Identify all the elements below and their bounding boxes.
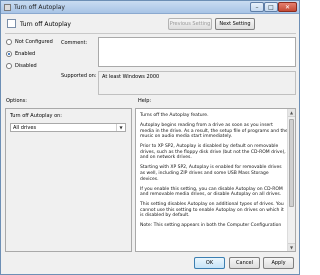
autoplay-scope-label: Turn off Autoplay on: [10,113,62,119]
radio-label: Disabled [15,63,37,69]
options-section-label: Options: [6,98,27,104]
radio-label: Enabled [15,51,36,57]
help-paragraph: Starting with XP SP2, Autoplay is enable… [140,165,282,182]
help-paragraph: Prior to XP SP2, Autoplay is disabled by… [140,144,286,161]
radio-not-configured[interactable]: Not Configured [6,39,53,45]
help-paragraph: Turns off the Autoplay feature. [140,113,209,118]
minimize-icon: – [255,3,259,11]
help-text: Turns off the Autoplay feature. Autoplay… [140,113,288,233]
radio-circle [6,63,12,69]
policy-setting-icon [4,4,11,11]
cancel-button[interactable]: Cancel [229,257,260,269]
comment-field[interactable] [98,37,296,67]
next-setting-button[interactable]: Next Setting [215,18,255,30]
help-paragraph: If you enable this setting, you can disa… [140,186,283,198]
radio-enabled[interactable]: Enabled [6,51,35,57]
help-paragraph: Autoplay begins reading from a drive as … [140,122,288,140]
policy-editor-window: Turn off Autoplay – □ ✕ Turn off Autopla… [0,0,300,275]
comment-label: Comment: [61,40,88,46]
radio-circle [6,39,12,45]
policy-setting-icon [7,19,16,28]
supported-on-value: At least Windows 2000 [98,71,296,95]
header-divider [5,33,296,34]
radio-circle [6,51,12,57]
maximize-button[interactable]: □ [264,2,278,12]
scroll-down-icon[interactable]: ▼ [288,243,295,251]
scrollbar-thumb[interactable] [289,119,294,207]
setting-title: Turn off Autoplay [20,21,71,28]
help-paragraph: This setting disables Autoplay on additi… [140,202,284,219]
radio-label: Not Configured [15,39,53,45]
close-button[interactable]: ✕ [278,2,297,12]
title-bar[interactable]: Turn off Autoplay – □ ✕ [1,1,299,14]
chevron-down-icon: ▼ [116,124,125,131]
apply-button[interactable]: Apply [263,257,294,269]
help-panel: Turns off the Autoplay feature. Autoplay… [135,108,296,252]
scroll-up-icon[interactable]: ▲ [288,109,295,117]
maximize-icon: □ [268,3,274,11]
help-paragraph: Note: This setting appears in both the C… [140,223,282,229]
options-panel: Turn off Autoplay on: All drives ▼ [5,108,132,252]
supported-on-label: Supported on: [61,73,97,79]
help-section-label: Help: [138,98,152,104]
radio-disabled[interactable]: Disabled [6,63,37,69]
close-icon: ✕ [284,3,291,11]
window-title: Turn off Autoplay [14,4,65,11]
previous-setting-button[interactable]: Previous Setting [168,18,212,30]
help-scrollbar[interactable]: ▲ ▼ [287,109,295,251]
minimize-button[interactable]: – [250,2,264,12]
autoplay-scope-dropdown[interactable]: All drives ▼ [10,123,126,132]
ok-button[interactable]: OK [194,257,225,269]
dropdown-value: All drives [13,125,37,131]
